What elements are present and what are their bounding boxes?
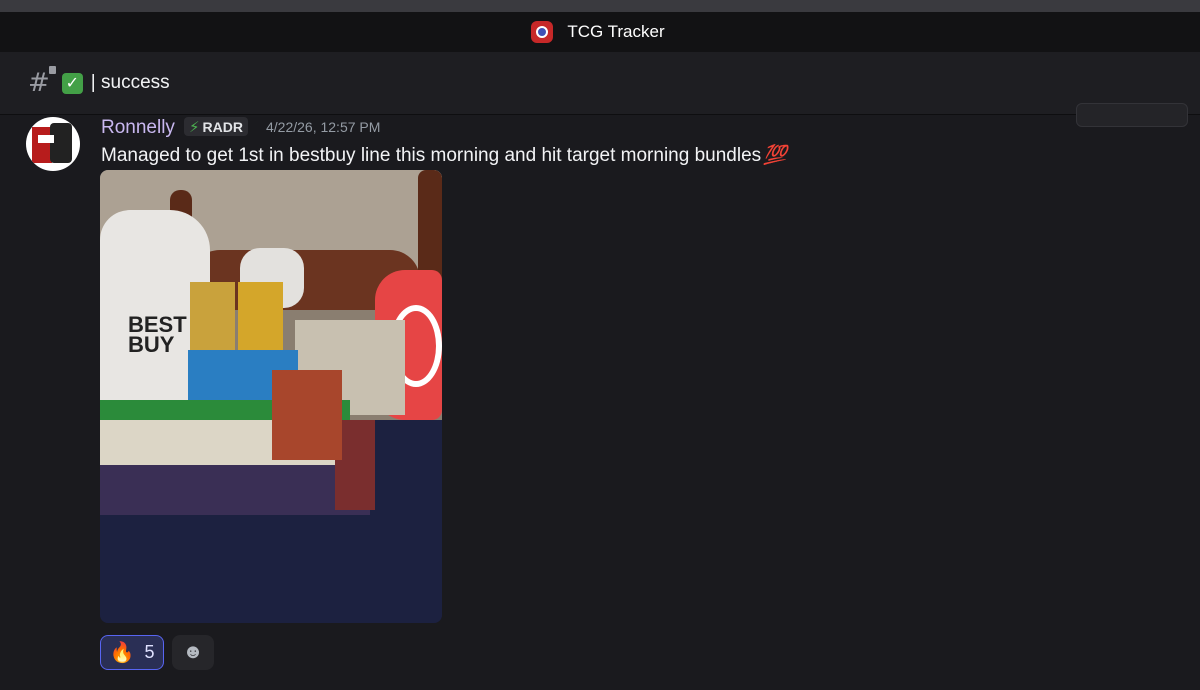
smiley-icon: ☻ [182,641,204,663]
lightning-bolt-icon: ⚡ [189,118,200,136]
message-content: Managed to get 1st in bestbuy line this … [101,145,787,166]
locked-channel-hash-icon: # [28,66,56,98]
top-strip [0,0,1200,12]
fire-icon: 🔥 [109,642,135,664]
checkmark-icon: ✓ [61,72,83,94]
message-list: Ronnelly ⚡ RADR 4/22/26, 12:57 PM Manage… [0,103,1200,690]
message-author[interactable]: Ronnelly [101,117,175,139]
message-timestamp[interactable]: 4/22/26, 12:57 PM [266,119,380,135]
channel-name: | success [90,72,170,93]
guild-tag-badge[interactable]: ⚡ RADR [184,117,248,136]
hundred-points-emoji: 💯 [763,145,787,166]
avatar[interactable] [26,117,80,171]
message-hover-toolbar[interactable] [1076,103,1188,127]
channel-header: # ✓ | success [0,52,1200,115]
add-reaction-button[interactable]: ☻ [172,635,214,670]
reaction-count: 5 [144,642,155,662]
title-bar: TCG Tracker [0,12,1200,52]
message-image-attachment[interactable]: BEST BUY [100,170,442,623]
app-icon [531,21,554,43]
app-title: TCG Tracker [567,22,665,41]
bag-logo-text: BEST BUY [128,312,187,357]
reaction-fire[interactable]: 🔥 5 [100,635,164,670]
